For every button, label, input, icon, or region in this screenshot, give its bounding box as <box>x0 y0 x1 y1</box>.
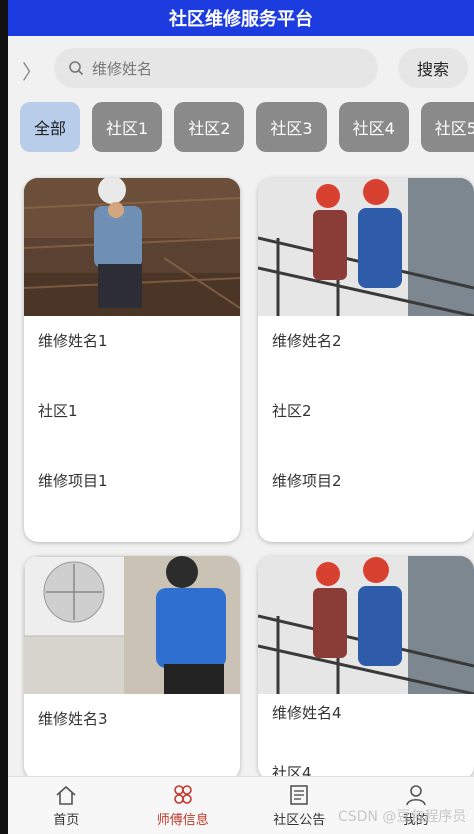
worker-card[interactable]: 维修姓名2 社区2 维修项目2 <box>258 178 474 542</box>
phone-screen: 社区维修服务平台 〉 维修姓名 搜索 全部 社区1 社区2 社区3 社区4 社区… <box>8 0 474 834</box>
tab-home[interactable]: 首页 <box>8 777 125 834</box>
tab-label: 师傅信息 <box>156 812 209 828</box>
app-title: 社区维修服务平台 <box>169 9 313 30</box>
category-tabs: 全部 社区1 社区2 社区3 社区4 社区5 <box>8 102 474 162</box>
watermark: CSDN @豆包程序员 <box>338 809 467 825</box>
search-row: 〉 维修姓名 搜索 <box>8 46 474 92</box>
worker-card[interactable]: 维修姓名1 社区1 维修项目1 <box>24 178 240 542</box>
chevron-left-icon[interactable]: 〉 <box>22 56 42 85</box>
worker-name: 维修姓名4 <box>272 704 342 722</box>
search-button[interactable]: 搜索 <box>398 48 468 88</box>
search-input[interactable]: 维修姓名 <box>54 48 378 88</box>
worker-name: 维修姓名2 <box>272 332 342 350</box>
worker-card[interactable]: 维修姓名3 <box>24 556 240 780</box>
worker-community: 社区2 <box>272 402 312 420</box>
worker-photo <box>24 556 240 694</box>
category-chip[interactable]: 社区2 <box>174 102 245 152</box>
category-chip-all[interactable]: 全部 <box>20 102 81 152</box>
category-chip[interactable]: 社区1 <box>92 102 163 152</box>
app-header: 社区维修服务平台 <box>8 0 474 36</box>
worker-name: 维修姓名3 <box>38 710 108 728</box>
search-placeholder: 维修姓名 <box>92 59 153 78</box>
category-chip[interactable]: 社区5 <box>420 102 474 152</box>
worker-community: 社区1 <box>38 402 78 420</box>
user-icon <box>405 784 426 805</box>
worker-photo <box>258 178 474 316</box>
worker-photo <box>258 556 474 694</box>
worker-project: 维修项目1 <box>38 472 108 490</box>
tab-label: 首页 <box>53 812 80 828</box>
category-chip[interactable]: 社区3 <box>256 102 327 152</box>
tab-master-info[interactable]: 师傅信息 <box>125 777 242 834</box>
category-chip[interactable]: 社区4 <box>338 102 409 152</box>
worker-project: 维修项目2 <box>272 472 342 490</box>
clover-icon <box>173 784 192 804</box>
home-icon <box>56 785 76 805</box>
worker-name: 维修姓名1 <box>38 332 108 350</box>
notice-icon <box>290 784 309 805</box>
window-edge <box>0 0 8 834</box>
tab-label: 社区公告 <box>273 812 326 828</box>
search-icon <box>69 61 84 76</box>
worker-photo <box>24 178 240 316</box>
worker-card[interactable]: 维修姓名4 社区4 <box>258 556 474 780</box>
